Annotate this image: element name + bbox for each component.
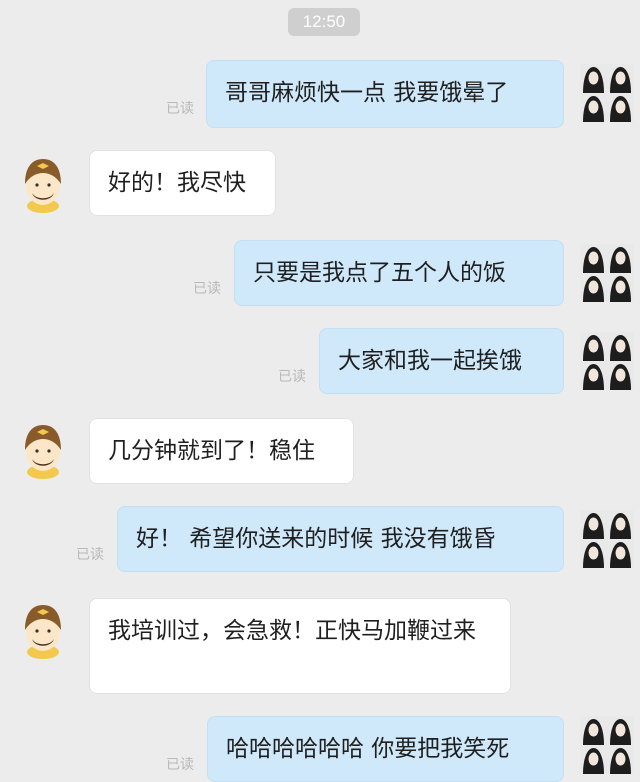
group-avatar-icon[interactable]: [580, 332, 634, 390]
group-avatar-icon[interactable]: [580, 244, 634, 302]
courier-avatar-icon[interactable]: [18, 156, 68, 214]
read-receipt: 已读: [278, 369, 306, 385]
group-avatar-icon[interactable]: [580, 64, 634, 122]
received-message-bubble[interactable]: 我培训过，会急救！正快马加鞭过来: [89, 598, 511, 694]
read-receipt: 已读: [193, 281, 221, 297]
courier-avatar-icon[interactable]: [18, 602, 68, 660]
sent-message-bubble[interactable]: 哥哥麻烦快一点 我要饿晕了: [206, 60, 564, 128]
read-receipt: 已读: [76, 547, 104, 563]
sent-message-bubble[interactable]: 好！ 希望你送来的时候 我没有饿昏: [117, 506, 564, 572]
sent-message-bubble[interactable]: 只要是我点了五个人的饭: [234, 240, 564, 306]
sent-message-bubble[interactable]: 哈哈哈哈哈哈 你要把我笑死: [207, 716, 564, 782]
read-receipt: 已读: [166, 757, 194, 773]
chat-timestamp: 12:50: [288, 8, 360, 36]
received-message-bubble[interactable]: 几分钟就到了！稳住: [89, 418, 354, 484]
received-message-bubble[interactable]: 好的！我尽快: [89, 150, 276, 216]
courier-avatar-icon[interactable]: [18, 422, 68, 480]
read-receipt: 已读: [166, 101, 194, 117]
group-avatar-icon[interactable]: [580, 510, 634, 568]
sent-message-bubble[interactable]: 大家和我一起挨饿: [319, 328, 564, 394]
group-avatar-icon[interactable]: [580, 716, 634, 774]
